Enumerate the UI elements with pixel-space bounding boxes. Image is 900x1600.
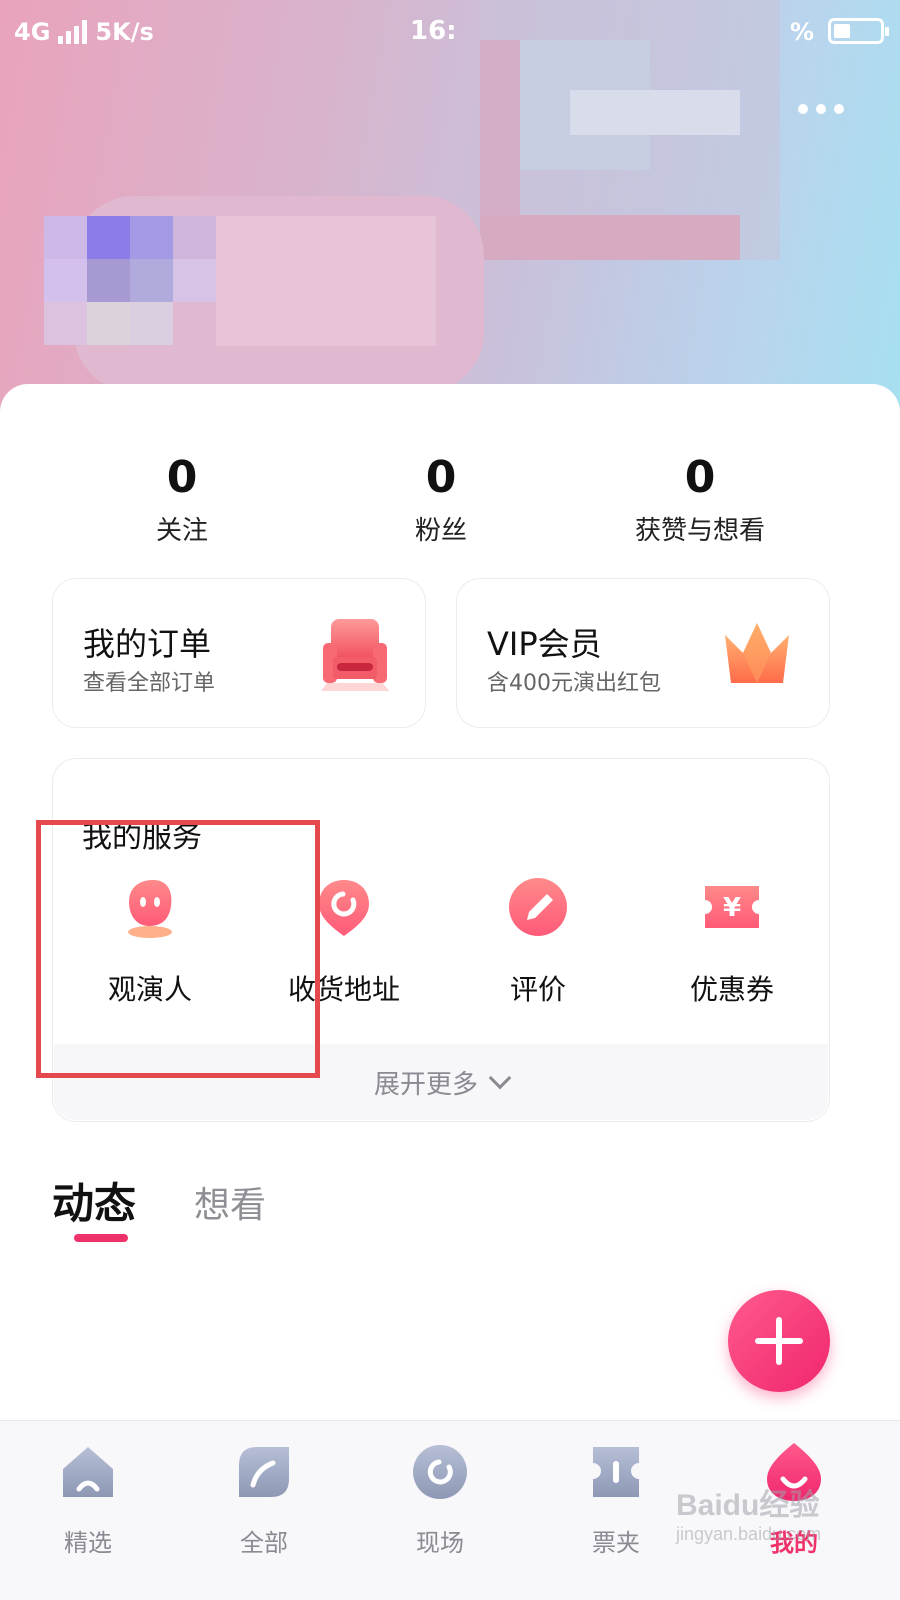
chevron-down-icon xyxy=(488,1066,512,1090)
blurred-region-top xyxy=(480,0,780,260)
stat-label: 粉丝 xyxy=(414,516,467,546)
nav-label: 精选 xyxy=(64,1529,112,1557)
battery-icon xyxy=(828,18,889,44)
baidu-watermark: Baidu经验 jingyan.baidu.com xyxy=(676,1480,821,1545)
coupon-icon: ¥ xyxy=(701,876,763,938)
my-orders-card[interactable]: 我的订单 查看全部订单 xyxy=(52,578,426,728)
my-orders-title: 我的订单 xyxy=(83,625,212,663)
home-icon xyxy=(57,1441,119,1503)
highlight-annotation-box xyxy=(36,820,320,1078)
stat-following[interactable]: 0 关注 xyxy=(82,452,282,547)
my-orders-subtitle: 查看全部订单 xyxy=(83,671,216,696)
tab-activity[interactable]: 动态 xyxy=(52,1170,136,1231)
network-indicator: 4G 5K/s xyxy=(14,18,154,46)
service-coupon[interactable]: ¥ 优惠券 xyxy=(642,876,822,1008)
tab-want-to-see[interactable]: 想看 xyxy=(194,1176,266,1228)
nav-item-live[interactable]: 现场 xyxy=(380,1441,500,1558)
stat-value: 0 xyxy=(425,452,457,503)
stat-fans[interactable]: 0 粉丝 xyxy=(341,452,541,547)
pen-icon xyxy=(507,876,569,938)
seat-icon xyxy=(321,619,389,691)
vip-title: VIP会员 xyxy=(487,625,602,663)
expand-more-label: 展开更多 xyxy=(373,1069,478,1100)
service-review-label: 评价 xyxy=(509,973,566,1006)
nav-item-tickets[interactable]: 票夹 xyxy=(556,1441,676,1558)
add-post-button[interactable] xyxy=(728,1290,830,1392)
vip-membership-card[interactable]: VIP会员 含400元演出红包 xyxy=(456,578,830,728)
nav-item-all[interactable]: 全部 xyxy=(204,1441,324,1558)
watermark-url: jingyan.baidu.com xyxy=(676,1524,822,1544)
signal-icon xyxy=(58,20,88,44)
network-type: 4G xyxy=(14,18,51,46)
more-options-icon[interactable] xyxy=(798,104,844,114)
stat-value: 0 xyxy=(166,452,198,503)
nav-label: 票夹 xyxy=(592,1529,640,1557)
ticket-icon xyxy=(585,1441,647,1503)
stat-likes[interactable]: 0 获赞与想看 xyxy=(600,452,800,547)
battery-percent: % xyxy=(790,18,815,46)
eye-icon xyxy=(409,1441,471,1503)
nav-item-featured[interactable]: 精选 xyxy=(28,1441,148,1558)
nav-label: 全部 xyxy=(240,1529,288,1557)
crown-icon xyxy=(725,623,789,683)
active-tab-indicator xyxy=(74,1234,128,1242)
service-coupon-label: 优惠券 xyxy=(689,973,774,1006)
stat-label: 关注 xyxy=(155,516,208,546)
svg-text:¥: ¥ xyxy=(723,893,741,923)
clock: 16: xyxy=(410,16,457,46)
watermark-brand: Baidu经验 xyxy=(676,1489,820,1522)
category-leaf-icon xyxy=(233,1441,295,1503)
nav-label: 现场 xyxy=(416,1529,464,1557)
blurred-avatar xyxy=(44,196,484,392)
vip-subtitle: 含400元演出红包 xyxy=(487,671,661,696)
network-speed: 5K/s xyxy=(95,18,154,46)
stat-value: 0 xyxy=(684,452,716,503)
service-review[interactable]: 评价 xyxy=(448,876,628,1008)
stat-label: 获赞与想看 xyxy=(634,516,765,546)
location-icon xyxy=(313,876,375,938)
